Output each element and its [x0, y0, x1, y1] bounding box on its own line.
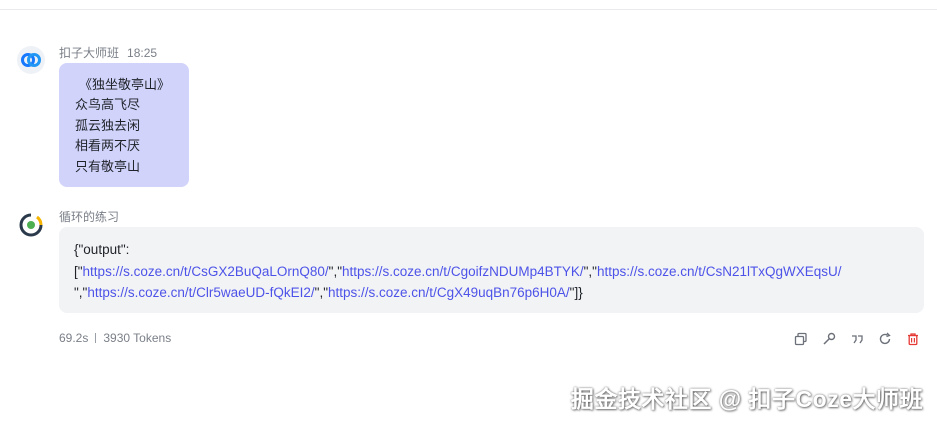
- bot-sender-name: 循环的练习: [59, 210, 120, 224]
- tokens-label: 3930 Tokens: [103, 331, 172, 345]
- url-link[interactable]: https://s.coze.cn/t/CgoifzNDUMp4BTYK/: [342, 264, 584, 279]
- message-stats: 69.2s 3930 Tokens: [59, 331, 171, 345]
- output-key: {"output":: [74, 242, 130, 257]
- user-message-time: 18:25: [127, 46, 158, 60]
- poem-title: 《独坐敬亭山》: [79, 77, 171, 92]
- url-link[interactable]: https://s.coze.cn/t/CsN21lTxQgWXEqsU/: [597, 264, 842, 279]
- bot-avatar[interactable]: [17, 211, 45, 239]
- debug-button[interactable]: [821, 331, 837, 347]
- duration-label: 69.2s: [59, 331, 89, 345]
- quote-button[interactable]: [849, 331, 865, 347]
- url-link[interactable]: https://s.coze.cn/t/Clr5waeUD-fQkEI2/: [87, 285, 314, 300]
- top-divider: [0, 9, 937, 10]
- bot-message-bubble: {"output": ["https://s.coze.cn/t/CsGX2Bu…: [59, 227, 924, 313]
- poem-line: 只有敬亭山: [75, 158, 141, 174]
- user-message-header: 扣子大师班 18:25: [59, 44, 157, 61]
- url-link[interactable]: https://s.coze.cn/t/CsGX2BuQaLOrnQ80/: [83, 264, 329, 279]
- json-punct: ",": [583, 263, 597, 279]
- copy-icon: [794, 332, 807, 346]
- url-link[interactable]: https://s.coze.cn/t/CgX49uqBn76p6H0A/: [328, 285, 570, 300]
- json-punct: ",": [314, 285, 329, 300]
- output-line-1: ["https://s.coze.cn/t/CsGX2BuQaLOrnQ80/"…: [74, 261, 924, 283]
- coze-logo-icon: [21, 53, 41, 67]
- poem-line: 众鸟高飞尽: [75, 97, 141, 113]
- user-sender-name: 扣子大师班: [59, 46, 120, 60]
- user-avatar[interactable]: [17, 46, 45, 74]
- watermark: 掘金技术社区 @ 扣子Coze大师班: [570, 386, 923, 412]
- json-punct: "]}: [569, 285, 583, 300]
- delete-icon: [908, 333, 918, 346]
- json-punct: ",": [74, 285, 88, 300]
- user-message-bubble: 《独坐敬亭山》 众鸟高飞尽 孤云独去闲 相看两不厌 只有敬亭山: [59, 63, 189, 187]
- json-punct: [": [74, 263, 83, 279]
- copy-button[interactable]: [793, 331, 809, 347]
- stats-divider: [95, 333, 97, 343]
- regenerate-button[interactable]: [877, 331, 893, 347]
- output-line-2: ","https://s.coze.cn/t/Clr5waeUD-fQkEI2/…: [74, 282, 924, 304]
- debug-icon: [823, 332, 836, 345]
- poem-line: 相看两不厌: [75, 138, 141, 154]
- json-punct: ",": [328, 263, 343, 279]
- delete-button[interactable]: [905, 331, 921, 347]
- regenerate-icon: [879, 332, 891, 345]
- poem-line: 孤云独去闲: [75, 117, 141, 133]
- quote-icon: [852, 335, 863, 344]
- bot-logo-icon: [19, 213, 43, 237]
